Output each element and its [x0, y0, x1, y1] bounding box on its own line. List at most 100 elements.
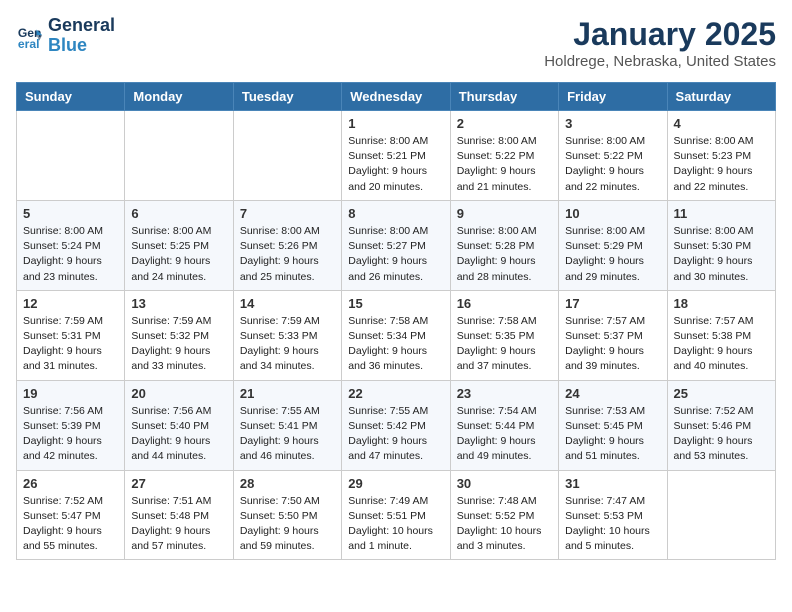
logo-text-line1: General — [48, 16, 115, 36]
calendar-week-4: 19Sunrise: 7:56 AM Sunset: 5:39 PM Dayli… — [17, 380, 776, 470]
day-number: 5 — [23, 206, 118, 221]
calendar-cell: 5 Sunrise: 8:00 AM Sunset: 5:24 PM Daylig… — [17, 200, 125, 290]
day-number: 1 — [348, 116, 443, 131]
calendar-cell: 1 Sunrise: 8:00 AM Sunset: 5:21 PM Daylig… — [342, 111, 450, 201]
day-number: 3 — [565, 116, 660, 131]
calendar-cell: 10 Sunrise: 8:00 AM Sunset: 5:29 PM Dayli… — [559, 200, 667, 290]
calendar-cell — [233, 111, 341, 201]
calendar-cell: 11 Sunrise: 8:00 AM Sunset: 5:30 PM Dayli… — [667, 200, 775, 290]
day-number: 28 — [240, 476, 335, 491]
calendar-cell — [17, 111, 125, 201]
calendar-cell: 26Sunrise: 7:52 AM Sunset: 5:47 PM Dayli… — [17, 470, 125, 560]
day-info: Sunrise: 8:00 AM Sunset: 5:28 PM Dayligh… — [457, 224, 552, 285]
day-info: Sunrise: 8:00 AM Sunset: 5:29 PM Dayligh… — [565, 224, 660, 285]
day-info: Sunrise: 8:00 AM Sunset: 5:30 PM Dayligh… — [674, 224, 769, 285]
day-number: 7 — [240, 206, 335, 221]
day-info: Sunrise: 7:55 AM Sunset: 5:42 PM Dayligh… — [348, 404, 443, 465]
logo-blue-text: Blue — [48, 35, 87, 55]
calendar-cell: 13 Sunrise: 7:59 AM Sunset: 5:32 PM Dayli… — [125, 290, 233, 380]
svg-text:eral: eral — [18, 37, 40, 50]
calendar-cell: 31 Sunrise: 7:47 AM Sunset: 5:53 PM Dayli… — [559, 470, 667, 560]
title-block: January 2025 Holdrege, Nebraska, United … — [544, 16, 776, 70]
day-number: 8 — [348, 206, 443, 221]
calendar-cell: 24Sunrise: 7:53 AM Sunset: 5:45 PM Dayli… — [559, 380, 667, 470]
calendar-cell: 23 Sunrise: 7:54 AM Sunset: 5:44 PM Dayli… — [450, 380, 558, 470]
calendar-cell: 30 Sunrise: 7:48 AM Sunset: 5:52 PM Dayli… — [450, 470, 558, 560]
day-number: 21 — [240, 386, 335, 401]
page-header: Gen eral General Blue January 2025 Holdr… — [16, 16, 776, 70]
day-info: Sunrise: 7:59 AM Sunset: 5:32 PM Dayligh… — [131, 314, 226, 375]
day-number: 11 — [674, 206, 769, 221]
day-number: 14 — [240, 296, 335, 311]
calendar-cell: 6Sunrise: 8:00 AM Sunset: 5:25 PM Daylig… — [125, 200, 233, 290]
day-info: Sunrise: 7:59 AM Sunset: 5:33 PM Dayligh… — [240, 314, 335, 375]
day-info: Sunrise: 8:00 AM Sunset: 5:24 PM Dayligh… — [23, 224, 118, 285]
col-header-thursday: Thursday — [450, 83, 558, 111]
col-header-tuesday: Tuesday — [233, 83, 341, 111]
calendar-cell: 29Sunrise: 7:49 AM Sunset: 5:51 PM Dayli… — [342, 470, 450, 560]
day-number: 20 — [131, 386, 226, 401]
calendar-cell: 12 Sunrise: 7:59 AM Sunset: 5:31 PM Dayli… — [17, 290, 125, 380]
day-number: 23 — [457, 386, 552, 401]
calendar-week-3: 12 Sunrise: 7:59 AM Sunset: 5:31 PM Dayli… — [17, 290, 776, 380]
calendar-header-row: SundayMondayTuesdayWednesdayThursdayFrid… — [17, 83, 776, 111]
day-number: 25 — [674, 386, 769, 401]
calendar-cell: 19Sunrise: 7:56 AM Sunset: 5:39 PM Dayli… — [17, 380, 125, 470]
day-number: 24 — [565, 386, 660, 401]
col-header-saturday: Saturday — [667, 83, 775, 111]
day-info: Sunrise: 8:00 AM Sunset: 5:22 PM Dayligh… — [457, 134, 552, 195]
day-number: 9 — [457, 206, 552, 221]
calendar-cell: 22Sunrise: 7:55 AM Sunset: 5:42 PM Dayli… — [342, 380, 450, 470]
calendar-cell: 2 Sunrise: 8:00 AM Sunset: 5:22 PM Daylig… — [450, 111, 558, 201]
col-header-monday: Monday — [125, 83, 233, 111]
day-number: 15 — [348, 296, 443, 311]
day-number: 4 — [674, 116, 769, 131]
calendar-table: SundayMondayTuesdayWednesdayThursdayFrid… — [16, 82, 776, 560]
day-info: Sunrise: 7:47 AM Sunset: 5:53 PM Dayligh… — [565, 494, 660, 555]
day-info: Sunrise: 7:55 AM Sunset: 5:41 PM Dayligh… — [240, 404, 335, 465]
calendar-cell: 21 Sunrise: 7:55 AM Sunset: 5:41 PM Dayli… — [233, 380, 341, 470]
day-number: 10 — [565, 206, 660, 221]
calendar-cell: 27Sunrise: 7:51 AM Sunset: 5:48 PM Dayli… — [125, 470, 233, 560]
day-info: Sunrise: 7:57 AM Sunset: 5:37 PM Dayligh… — [565, 314, 660, 375]
calendar-cell: 8 Sunrise: 8:00 AM Sunset: 5:27 PM Daylig… — [342, 200, 450, 290]
calendar-cell: 14 Sunrise: 7:59 AM Sunset: 5:33 PM Dayli… — [233, 290, 341, 380]
logo-general: General — [48, 15, 115, 35]
day-number: 2 — [457, 116, 552, 131]
day-info: Sunrise: 7:57 AM Sunset: 5:38 PM Dayligh… — [674, 314, 769, 375]
day-info: Sunrise: 8:00 AM Sunset: 5:22 PM Dayligh… — [565, 134, 660, 195]
day-info: Sunrise: 7:59 AM Sunset: 5:31 PM Dayligh… — [23, 314, 118, 375]
day-info: Sunrise: 7:56 AM Sunset: 5:40 PM Dayligh… — [131, 404, 226, 465]
calendar-cell: 25Sunrise: 7:52 AM Sunset: 5:46 PM Dayli… — [667, 380, 775, 470]
calendar-cell: 28 Sunrise: 7:50 AM Sunset: 5:50 PM Dayli… — [233, 470, 341, 560]
day-number: 12 — [23, 296, 118, 311]
day-info: Sunrise: 7:52 AM Sunset: 5:47 PM Dayligh… — [23, 494, 118, 555]
col-header-sunday: Sunday — [17, 83, 125, 111]
calendar-cell: 16Sunrise: 7:58 AM Sunset: 5:35 PM Dayli… — [450, 290, 558, 380]
day-number: 30 — [457, 476, 552, 491]
day-number: 27 — [131, 476, 226, 491]
day-info: Sunrise: 7:50 AM Sunset: 5:50 PM Dayligh… — [240, 494, 335, 555]
day-info: Sunrise: 8:00 AM Sunset: 5:27 PM Dayligh… — [348, 224, 443, 285]
calendar-week-1: 1 Sunrise: 8:00 AM Sunset: 5:21 PM Daylig… — [17, 111, 776, 201]
day-info: Sunrise: 7:54 AM Sunset: 5:44 PM Dayligh… — [457, 404, 552, 465]
calendar-cell — [125, 111, 233, 201]
logo: Gen eral General Blue — [16, 16, 115, 56]
calendar-week-2: 5 Sunrise: 8:00 AM Sunset: 5:24 PM Daylig… — [17, 200, 776, 290]
calendar-cell: 20 Sunrise: 7:56 AM Sunset: 5:40 PM Dayli… — [125, 380, 233, 470]
day-number: 19 — [23, 386, 118, 401]
calendar-cell: 15Sunrise: 7:58 AM Sunset: 5:34 PM Dayli… — [342, 290, 450, 380]
day-info: Sunrise: 8:00 AM Sunset: 5:21 PM Dayligh… — [348, 134, 443, 195]
day-number: 29 — [348, 476, 443, 491]
day-info: Sunrise: 7:48 AM Sunset: 5:52 PM Dayligh… — [457, 494, 552, 555]
logo-text-line2: Blue — [48, 36, 115, 56]
day-number: 13 — [131, 296, 226, 311]
calendar-cell: 7Sunrise: 8:00 AM Sunset: 5:26 PM Daylig… — [233, 200, 341, 290]
day-info: Sunrise: 8:00 AM Sunset: 5:23 PM Dayligh… — [674, 134, 769, 195]
calendar-cell: 9 Sunrise: 8:00 AM Sunset: 5:28 PM Daylig… — [450, 200, 558, 290]
calendar-cell — [667, 470, 775, 560]
logo-icon: Gen eral — [16, 22, 44, 50]
day-number: 18 — [674, 296, 769, 311]
day-number: 31 — [565, 476, 660, 491]
day-number: 16 — [457, 296, 552, 311]
